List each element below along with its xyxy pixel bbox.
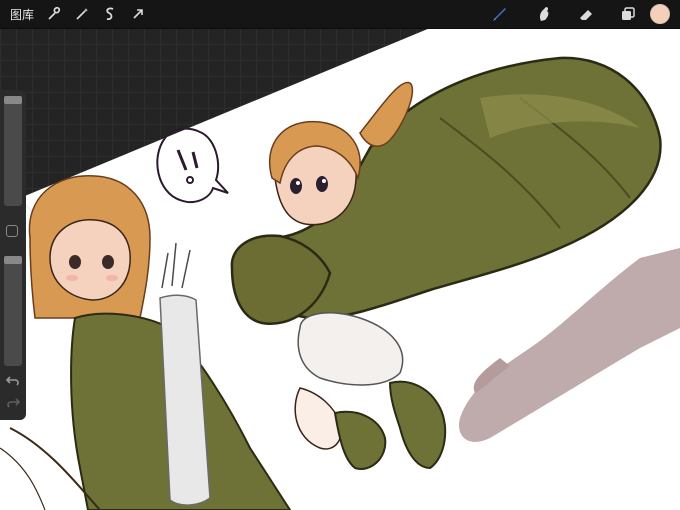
opacity-slider[interactable]: [4, 256, 22, 366]
redo-arrow-icon[interactable]: [5, 396, 21, 410]
artwork-canvas[interactable]: [0, 28, 680, 510]
left-sidebar: [0, 90, 26, 420]
arrow-cursor-icon[interactable]: [124, 0, 152, 28]
top-toolbar: 图库: [0, 0, 680, 28]
opacity-thumb[interactable]: [4, 256, 22, 264]
brush-size-thumb[interactable]: [4, 96, 22, 104]
color-picker-swatch[interactable]: [650, 4, 670, 24]
wrench-icon[interactable]: [40, 0, 68, 28]
layers-icon[interactable]: [614, 0, 642, 28]
undo-arrow-icon[interactable]: [5, 374, 21, 388]
smudge-finger-icon[interactable]: [530, 0, 558, 28]
canvas-workspace[interactable]: [0, 28, 680, 510]
square-modify-icon[interactable]: [6, 225, 18, 237]
brush-size-slider[interactable]: [4, 96, 22, 206]
brush-icon[interactable]: [486, 0, 514, 28]
selection-s-icon[interactable]: [96, 0, 124, 28]
eraser-icon[interactable]: [572, 0, 600, 28]
gallery-button[interactable]: 图库: [10, 6, 34, 23]
magic-wand-icon[interactable]: [68, 0, 96, 28]
